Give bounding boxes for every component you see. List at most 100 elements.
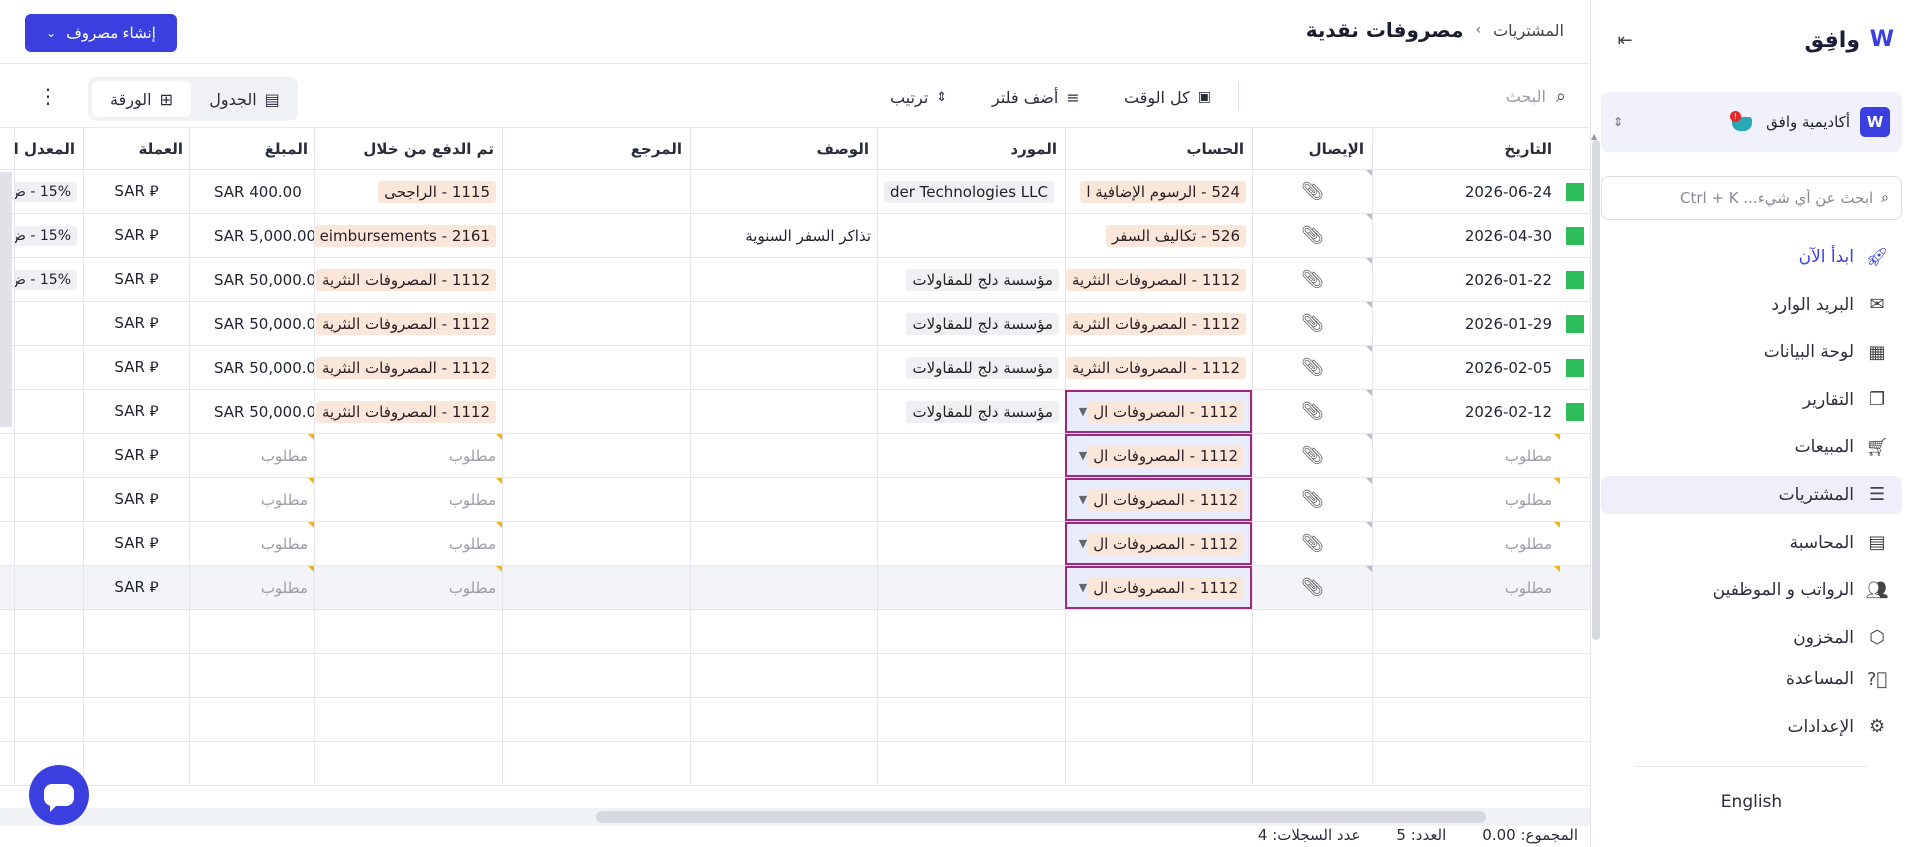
horizontal-scrollbar[interactable] (596, 811, 1486, 823)
cell-paid-through[interactable]: 1112 - المصروفات النثرية (314, 390, 502, 433)
collapse-sidebar-icon[interactable]: ⇤ (1609, 24, 1641, 56)
cell-currency[interactable]: SAR ⃁ (83, 478, 189, 521)
cell-vendor[interactable]: مؤسسة دلج للمقاولات (877, 258, 1065, 301)
nav-item-inbox[interactable]: ✉ البريد الوارد (1601, 286, 1902, 324)
blank-cell[interactable] (502, 742, 690, 785)
nav-item-sales[interactable]: 🛒︎ المبيعات (1601, 428, 1902, 466)
cell-description[interactable] (690, 170, 877, 213)
blank-cell[interactable] (83, 698, 189, 741)
cell-reference[interactable] (502, 170, 690, 213)
cell-receipt[interactable]: 📎︎ (1252, 258, 1372, 301)
cell-vendor[interactable]: der Technologies LLC (877, 170, 1065, 213)
cell-account-selected[interactable]: 1112 - المصروفات ال ▼ (1065, 390, 1252, 433)
cell-description[interactable] (690, 478, 877, 521)
blank-cell[interactable] (1065, 698, 1252, 741)
sort-button[interactable]: ⇕ ترتيب (890, 84, 947, 110)
cell-date[interactable]: 2026-02-12 (1372, 390, 1560, 433)
header-description[interactable]: الوصف (690, 128, 877, 169)
cell-reference[interactable] (502, 214, 690, 257)
cell-account-selected[interactable]: 1112 - المصروفات ال ▼ (1065, 478, 1252, 521)
cell-receipt[interactable]: 📎︎ (1252, 566, 1372, 609)
header-reference[interactable]: المرجع (502, 128, 690, 169)
blank-cell[interactable] (189, 654, 314, 697)
cell-receipt[interactable]: 📎︎ (1252, 302, 1372, 345)
cell-tax[interactable] (14, 302, 83, 345)
row-book-icon[interactable] (1560, 214, 1590, 257)
nav-item-settings[interactable]: ⚙ الإعدادات (1601, 708, 1902, 746)
table-search-input[interactable] (1236, 86, 1546, 106)
cell-currency[interactable]: SAR ⃁ (83, 214, 189, 257)
blank-cell[interactable] (877, 654, 1065, 697)
blank-cell[interactable] (83, 610, 189, 653)
cell-vendor[interactable] (877, 522, 1065, 565)
cell-vendor[interactable] (877, 478, 1065, 521)
cell-paid-through[interactable]: eimbursements - 2161 (314, 214, 502, 257)
cell-account[interactable]: 1112 - المصروفات النثرية (1065, 346, 1252, 389)
blank-cell[interactable] (877, 742, 1065, 785)
cell-account-selected[interactable]: 1112 - المصروفات ال ▼ (1065, 522, 1252, 565)
attach-icon[interactable]: 📎︎ (1301, 181, 1324, 202)
cell-currency[interactable]: SAR ⃁ (83, 346, 189, 389)
cell-receipt[interactable]: 📎︎ (1252, 434, 1372, 477)
row-book-icon[interactable] (1560, 346, 1590, 389)
cell-reference[interactable] (502, 346, 690, 389)
cell-description[interactable] (690, 346, 877, 389)
blank-cell[interactable] (502, 610, 690, 653)
cell-description[interactable] (690, 566, 877, 609)
nav-item-get-started[interactable]: 🚀︎ ابدأ الآن (1601, 238, 1902, 276)
language-switch[interactable]: English (1591, 792, 1912, 812)
cell-description[interactable] (690, 434, 877, 477)
cell-reference[interactable] (502, 390, 690, 433)
cell-reference[interactable] (502, 522, 690, 565)
blank-cell[interactable] (1252, 742, 1372, 785)
cell-paid-required[interactable]: مطلوب (314, 522, 502, 565)
breadcrumb-parent[interactable]: المشتريات (1493, 21, 1564, 40)
cell-description[interactable]: تذاكر السفر السنوية (690, 214, 877, 257)
attach-icon[interactable]: 📎︎ (1301, 489, 1324, 510)
blank-cell[interactable] (189, 742, 314, 785)
cell-vendor[interactable]: مؤسسة دلج للمقاولات (877, 390, 1065, 433)
header-paid-through[interactable]: تم الدفع من خلال (314, 128, 502, 169)
blank-cell[interactable] (1372, 610, 1560, 653)
attach-icon[interactable]: 📎︎ (1301, 313, 1324, 334)
blank-cell[interactable] (1372, 698, 1560, 741)
cell-date-required[interactable]: مطلوب (1372, 478, 1560, 521)
blank-cell[interactable] (314, 742, 502, 785)
attach-icon[interactable]: 📎︎ (1301, 577, 1324, 598)
cell-amount-required[interactable]: مطلوب (189, 434, 314, 477)
blank-cell[interactable] (1252, 610, 1372, 653)
blank-cell[interactable] (1252, 698, 1372, 741)
cell-paid-through[interactable]: 1112 - المصروفات النثرية (314, 346, 502, 389)
cell-amount-required[interactable]: مطلوب (189, 566, 314, 609)
cell-date[interactable]: 2026-02-05 (1372, 346, 1560, 389)
cell-account[interactable]: 524 - الرسوم الإضافية ا (1065, 170, 1252, 213)
cell-currency[interactable]: SAR ⃁ (83, 434, 189, 477)
cell-tax[interactable] (14, 434, 83, 477)
dropdown-caret-icon[interactable]: ▼ (1079, 537, 1087, 550)
blank-cell[interactable] (83, 654, 189, 697)
cell-paid-required[interactable]: مطلوب (314, 478, 502, 521)
blank-cell[interactable] (877, 610, 1065, 653)
header-vendor[interactable]: المورد (877, 128, 1065, 169)
add-filter-button[interactable]: ≡ أضف فلتر (992, 84, 1080, 110)
cell-tax[interactable] (14, 346, 83, 389)
cell-vendor[interactable] (877, 566, 1065, 609)
cell-paid-required[interactable]: مطلوب (314, 434, 502, 477)
header-amount[interactable]: المبلغ (189, 128, 314, 169)
blank-cell[interactable] (502, 654, 690, 697)
cell-reference[interactable] (502, 566, 690, 609)
blank-cell[interactable] (1372, 654, 1560, 697)
logo[interactable]: W وافِق (1805, 28, 1894, 53)
dropdown-caret-icon[interactable]: ▼ (1079, 581, 1087, 594)
header-date[interactable]: التاريخ (1372, 128, 1560, 169)
blank-cell[interactable] (189, 698, 314, 741)
more-options-icon[interactable]: ⋮ (38, 84, 58, 108)
blank-cell[interactable] (502, 698, 690, 741)
blank-cell[interactable] (877, 698, 1065, 741)
blank-cell[interactable] (690, 698, 877, 741)
header-receipt[interactable]: الإيصال (1252, 128, 1372, 169)
create-expense-button[interactable]: ⌄ إنشاء مصروف (25, 14, 177, 52)
cell-account[interactable]: 1112 - المصروفات النثرية (1065, 302, 1252, 345)
cell-amount[interactable]: SAR 50,000.00 (189, 390, 314, 433)
header-tax-rate[interactable]: المعدل الض (14, 128, 83, 169)
